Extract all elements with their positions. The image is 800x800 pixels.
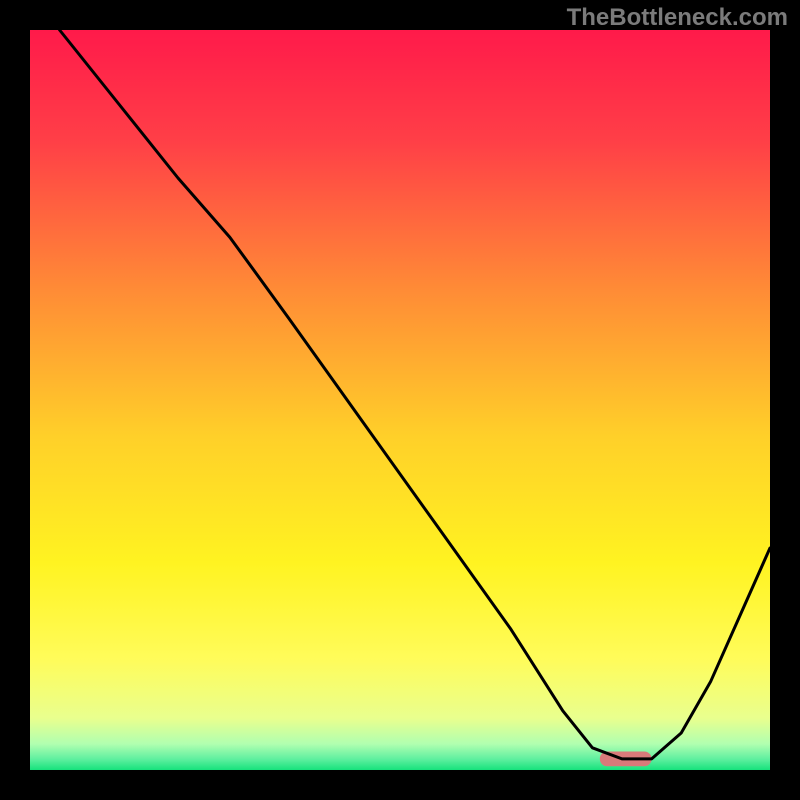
- chart-background: [30, 30, 770, 770]
- chart-svg: [0, 0, 800, 800]
- plot-area: [0, 0, 800, 800]
- chart-container: TheBottleneck.com: [0, 0, 800, 800]
- watermark-text: TheBottleneck.com: [567, 4, 788, 32]
